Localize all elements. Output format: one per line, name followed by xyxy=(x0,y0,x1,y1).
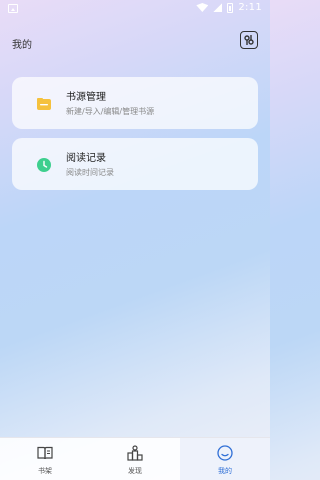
status-time: 2:11 xyxy=(238,2,262,13)
book-icon xyxy=(37,446,53,460)
nav-item-discover[interactable]: 发现 xyxy=(90,438,180,480)
card-subtitle: 新建/导入/编辑/管理书源 xyxy=(66,107,155,116)
discover-icon xyxy=(127,445,143,461)
folder-icon xyxy=(37,97,51,111)
nav-item-mine[interactable]: 我的 xyxy=(180,438,270,480)
bottom-nav: 书架 发现 我的 xyxy=(0,437,270,480)
status-right: 2:11 xyxy=(196,2,262,13)
book-source-card[interactable]: 书源管理 新建/导入/编辑/管理书源 xyxy=(12,77,258,129)
smile-icon xyxy=(217,445,233,461)
signal-icon xyxy=(213,3,223,12)
card-title: 书源管理 xyxy=(66,92,106,103)
nav-label: 书架 xyxy=(38,467,52,475)
wifi-icon xyxy=(196,3,209,12)
reading-record-card[interactable]: 阅读记录 阅读时间记录 xyxy=(12,138,258,190)
card-subtitle: 阅读时间记录 xyxy=(66,168,114,177)
nav-item-bookshelf[interactable]: 书架 xyxy=(0,438,90,480)
status-bar: 2:11 xyxy=(0,0,270,18)
battery-icon xyxy=(227,2,234,13)
nav-label: 我的 xyxy=(218,467,232,475)
nav-label: 发现 xyxy=(128,467,142,475)
image-notification-icon xyxy=(8,4,18,13)
card-title: 阅读记录 xyxy=(66,153,106,164)
clock-icon xyxy=(37,158,51,172)
sliders-icon xyxy=(244,35,254,45)
page-title: 我的 xyxy=(12,40,32,51)
settings-icon[interactable] xyxy=(240,31,258,49)
